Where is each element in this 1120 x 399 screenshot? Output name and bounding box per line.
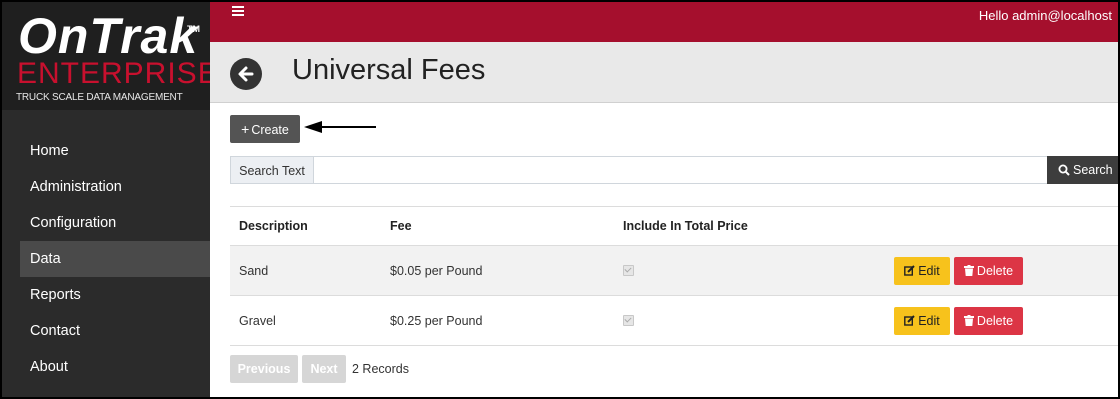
column-header-description[interactable]: Description xyxy=(239,207,308,245)
sidebar-item-contact[interactable]: Contact xyxy=(2,313,210,349)
search-label: Search Text xyxy=(230,156,314,184)
app-window: OnTrak TM ENTERPRISE TRUCK SCALE DATA MA… xyxy=(0,0,1120,399)
search-icon xyxy=(1058,164,1070,176)
logo-tagline: TRUCK SCALE DATA MANAGEMENT xyxy=(16,92,183,103)
logo-trademark: TM xyxy=(187,24,200,34)
include-checkbox xyxy=(623,315,634,326)
edit-icon xyxy=(904,315,915,326)
edit-button-label: Edit xyxy=(918,313,940,328)
search-button-label: Search xyxy=(1073,163,1113,177)
sidebar-item-home[interactable]: Home xyxy=(2,133,210,169)
column-header-include[interactable]: Include In Total Price xyxy=(623,207,748,245)
sidebar-item-reports[interactable]: Reports xyxy=(2,277,210,313)
cell-fee: $0.25 per Pound xyxy=(390,313,483,328)
cell-description: Sand xyxy=(239,263,269,278)
title-bar: Universal Fees xyxy=(210,42,1118,103)
plus-icon: + xyxy=(241,121,250,137)
fees-table: Description Fee Include In Total Price S… xyxy=(230,206,1118,346)
sidebar-item-about[interactable]: About xyxy=(2,349,210,385)
search-input[interactable] xyxy=(314,156,1048,184)
delete-button[interactable]: Delete xyxy=(954,256,1023,285)
search-button[interactable]: Search xyxy=(1047,156,1118,184)
sidebar: OnTrak TM ENTERPRISE TRUCK SCALE DATA MA… xyxy=(2,2,218,397)
column-header-fee[interactable]: Fee xyxy=(390,207,412,245)
table-row: Gravel $0.25 per Pound Edit Delete xyxy=(230,296,1118,346)
create-button[interactable]: + Create xyxy=(230,115,300,143)
edit-button[interactable]: Edit xyxy=(894,256,950,285)
cell-description: Gravel xyxy=(239,313,276,328)
hamburger-menu-icon[interactable] xyxy=(232,6,244,16)
next-page-button[interactable]: Next xyxy=(302,355,346,383)
trash-icon xyxy=(963,265,974,276)
back-arrow-icon[interactable] xyxy=(230,58,262,90)
table-header: Description Fee Include In Total Price xyxy=(230,206,1118,246)
cell-include xyxy=(623,296,634,345)
edit-icon xyxy=(904,265,915,276)
sidebar-item-administration[interactable]: Administration xyxy=(2,169,210,205)
page-title: Universal Fees xyxy=(292,54,486,86)
record-count: 2 Records xyxy=(352,362,409,376)
delete-button-label: Delete xyxy=(976,263,1014,278)
delete-button[interactable]: Delete xyxy=(954,306,1023,335)
logo-enterprise: ENTERPRISE xyxy=(17,57,219,90)
pagination: Previous Next 2 Records xyxy=(230,355,409,383)
trash-icon xyxy=(963,315,974,326)
sidebar-item-data[interactable]: Data xyxy=(20,241,210,277)
row-actions: Edit Delete xyxy=(894,246,1023,295)
top-bar: Hello admin@localhost xyxy=(210,2,1118,42)
edit-button[interactable]: Edit xyxy=(894,306,950,335)
sidebar-nav: Home Administration Configuration Data R… xyxy=(2,133,210,385)
user-greeting[interactable]: Hello admin@localhost xyxy=(979,8,1112,23)
edit-button-label: Edit xyxy=(918,263,940,278)
delete-button-label: Delete xyxy=(976,313,1014,328)
cell-fee: $0.05 per Pound xyxy=(390,263,483,278)
logo-wordmark: OnTrak xyxy=(18,8,199,64)
brand-logo[interactable]: OnTrak TM ENTERPRISE TRUCK SCALE DATA MA… xyxy=(2,2,218,110)
annotation-arrow-icon xyxy=(304,121,376,133)
create-button-label: Create xyxy=(251,123,289,137)
include-checkbox xyxy=(623,265,634,276)
cell-include xyxy=(623,246,634,295)
previous-page-button[interactable]: Previous xyxy=(230,355,298,383)
table-row: Sand $0.05 per Pound Edit Delete xyxy=(230,246,1118,296)
sidebar-item-configuration[interactable]: Configuration xyxy=(2,205,210,241)
row-actions: Edit Delete xyxy=(894,296,1023,345)
